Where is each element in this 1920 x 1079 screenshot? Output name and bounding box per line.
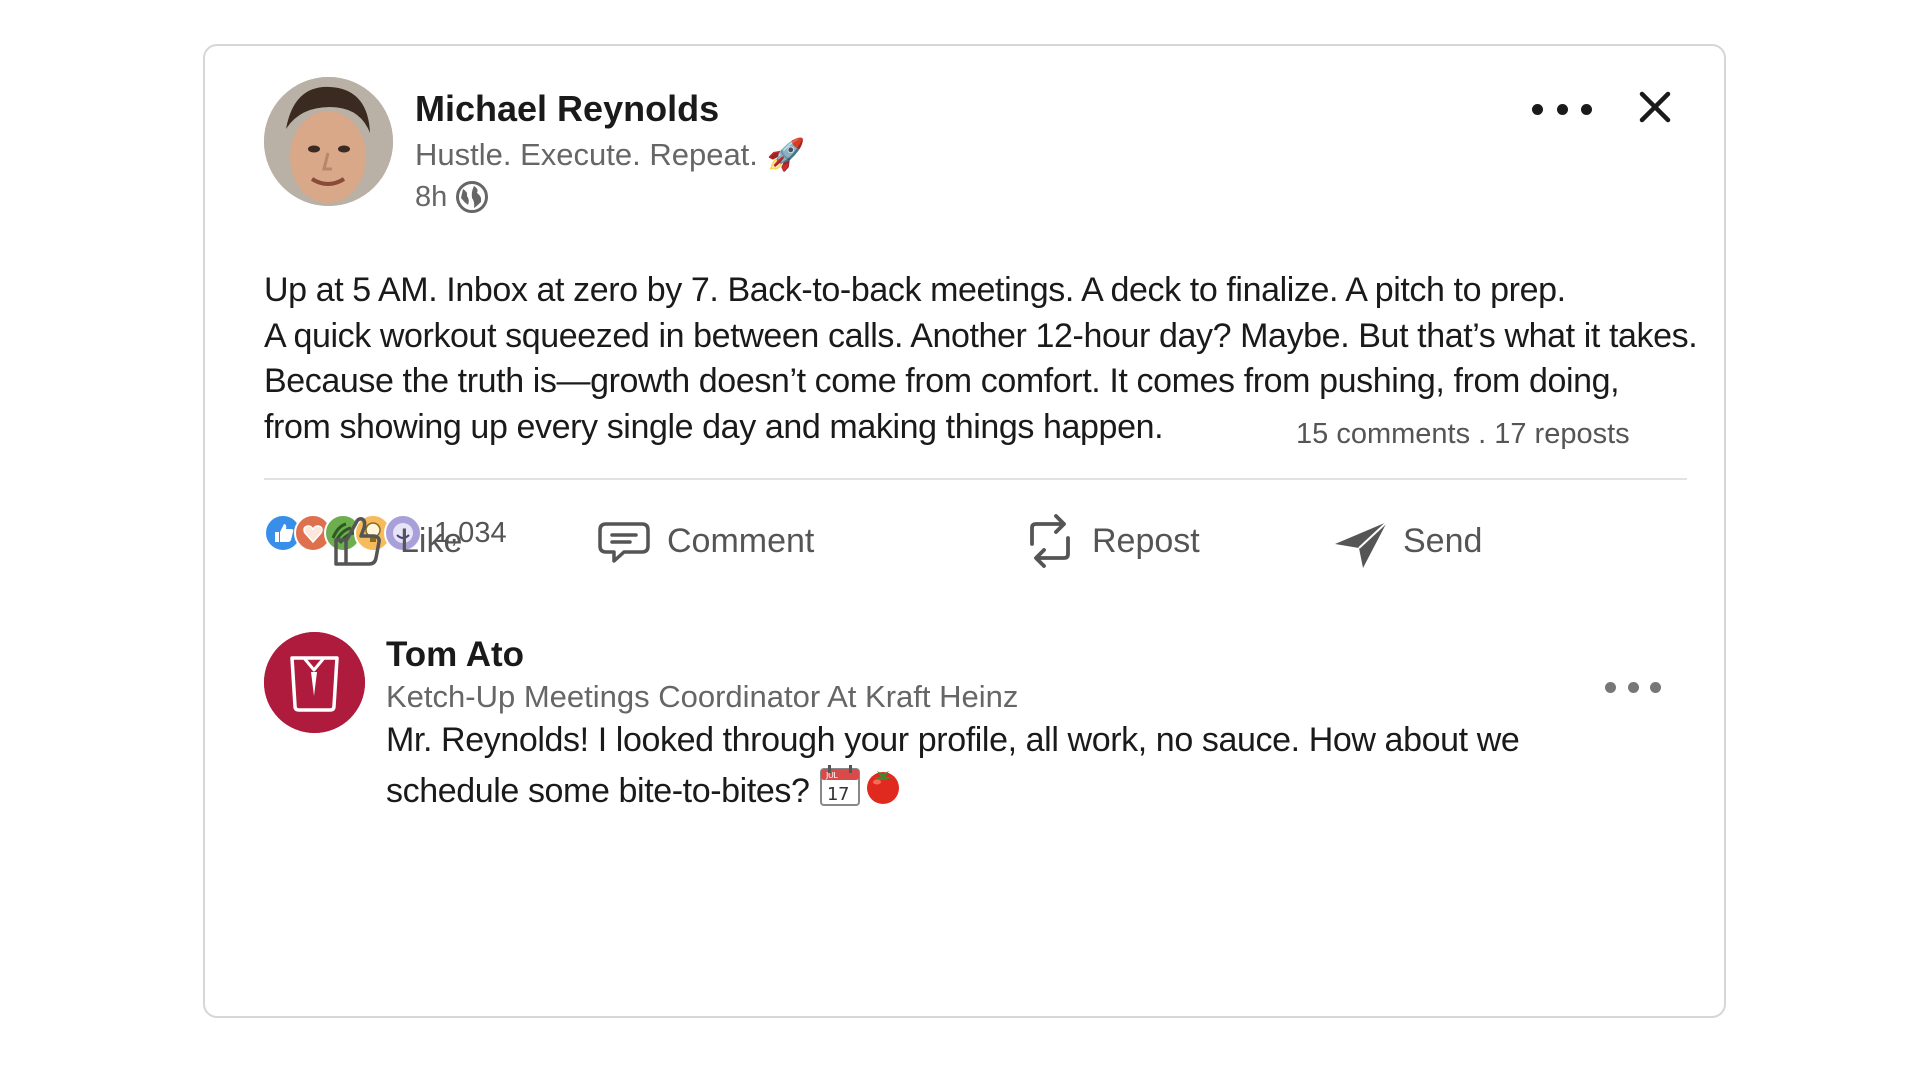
- commenter-headline: Ketch-Up Meetings Coordinator At Kraft H…: [386, 679, 1019, 714]
- send-label: Send: [1403, 521, 1483, 560]
- thumbs-up-icon: [334, 517, 381, 566]
- author-headline: Hustle. Execute. Repeat. 🚀: [415, 137, 806, 172]
- comment-body-line: schedule some bite-to-bites? JUL 17: [386, 764, 1519, 821]
- comment-icon: [598, 522, 650, 563]
- post-body-line: A quick workout squeezed in between call…: [264, 316, 1698, 355]
- calendar-month: JUL: [825, 771, 838, 780]
- repost-button[interactable]: Repost: [1022, 506, 1200, 576]
- author-name[interactable]: Michael Reynolds: [415, 88, 719, 130]
- globe-icon: [456, 181, 489, 213]
- like-button[interactable]: Like: [330, 506, 462, 576]
- divider: [264, 478, 1687, 480]
- post-body-line: Up at 5 AM. Inbox at zero by 7. Back-to-…: [264, 271, 1566, 309]
- send-button[interactable]: Send: [1333, 506, 1482, 576]
- repost-icon: [1030, 514, 1070, 568]
- more-options-button[interactable]: [1532, 94, 1592, 124]
- tomato-emoji: [863, 766, 903, 819]
- like-label: Like: [400, 521, 463, 560]
- calendar-emoji: JUL 17: [819, 764, 861, 821]
- commenter-name[interactable]: Tom Ato: [386, 635, 524, 675]
- comment-more-options-button[interactable]: [1605, 677, 1661, 697]
- author-avatar[interactable]: [264, 77, 393, 206]
- repost-label: Repost: [1092, 521, 1200, 560]
- post-time-label: 8h: [415, 180, 448, 213]
- commenter-avatar[interactable]: [264, 632, 365, 733]
- post-card: Michael Reynolds Hustle. Execute. Repeat…: [203, 44, 1726, 1018]
- send-icon: [1335, 521, 1388, 568]
- post-stats[interactable]: 15 comments . 17 reposts: [1296, 418, 1630, 451]
- comment-label: Comment: [667, 521, 815, 560]
- close-icon[interactable]: [1630, 82, 1680, 132]
- post-body-line: Because the truth is—growth doesn’t come…: [264, 362, 1620, 400]
- calendar-day: 17: [827, 784, 849, 805]
- comment-body: Mr. Reynolds! I looked through your prof…: [386, 718, 1520, 821]
- post-time: 8h: [415, 180, 489, 214]
- comment-button[interactable]: Comment: [595, 506, 814, 576]
- comment-body-line: Mr. Reynolds! I looked through your prof…: [386, 721, 1520, 759]
- comment-body-text: schedule some bite-to-bites?: [386, 772, 810, 810]
